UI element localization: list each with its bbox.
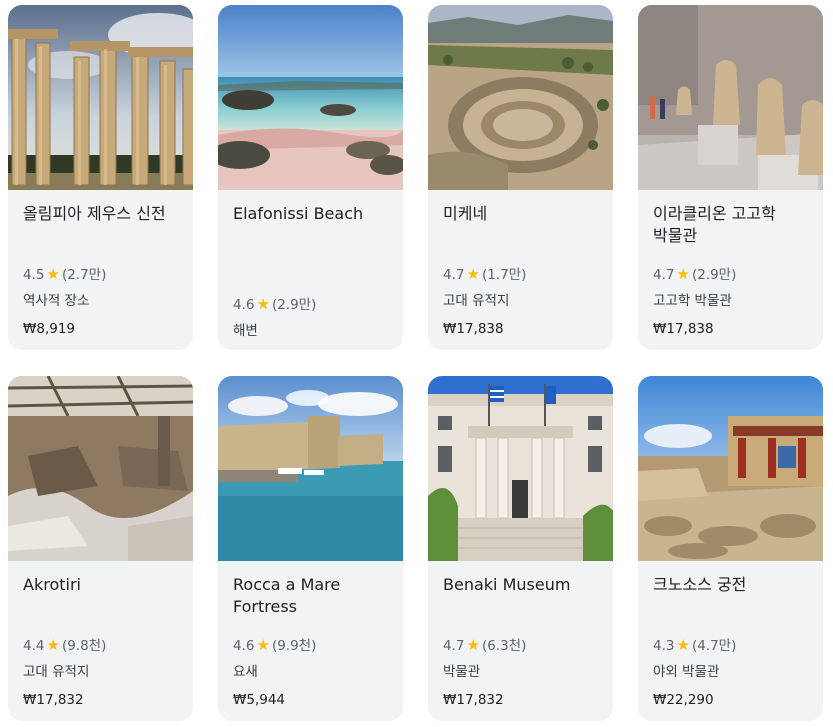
place-photo [8,5,193,190]
place-card-akrotiri[interactable]: Akrotiri 4.4 ★ (9.8천) 고대 유적지 ₩17,832 [8,376,193,721]
place-name: Akrotiri [23,575,81,594]
place-name: 올림피아 제우스 신전 [23,204,166,223]
place-name: Benaki Museum [443,575,571,594]
place-photo [8,376,193,561]
place-card-temple-of-zeus[interactable]: 올림피아 제우스 신전 4.5 ★ (2.7만) 역사적 장소 ₩8,919 [8,5,193,350]
place-rating: 4.7 ★ (1.7만) [443,263,526,283]
star-icon: ★ [256,295,270,313]
place-category: 야외 박물관 [653,664,720,680]
place-photo [638,376,823,561]
place-name: Elafonissi Beach [233,204,364,223]
place-card-mycenae[interactable]: 미케네 4.7 ★ (1.7만) 고대 유적지 ₩17,838 [428,5,613,350]
star-icon: ★ [46,636,60,654]
place-category: 박물관 [443,664,481,680]
place-card-knossos[interactable]: 크노소스 궁전 4.3 ★ (4.7만) 야외 박물관 ₩22,290 [638,376,823,721]
place-rating: 4.6 ★ (9.9천) [233,634,316,654]
place-rating: 4.5 ★ (2.7만) [23,263,106,283]
rating-value: 4.6 [233,638,255,654]
place-photo [218,5,403,190]
place-photo [428,5,613,190]
rating-value: 4.7 [443,638,465,654]
rating-value: 4.7 [443,267,465,283]
place-price: ₩17,832 [23,692,84,708]
rating-value: 4.7 [653,267,675,283]
place-category: 고대 유적지 [23,664,90,680]
review-count: (2.9만) [271,297,317,313]
review-count: (4.7만) [691,638,737,654]
review-count: (1.7만) [481,267,527,283]
place-card-benaki-museum[interactable]: Benaki Museum 4.7 ★ (6.3천) 박물관 ₩17,832 [428,376,613,721]
star-icon: ★ [256,636,270,654]
place-category: 해변 [233,323,258,339]
place-price: ₩22,290 [653,692,714,708]
place-category: 요새 [233,664,258,680]
place-name: 이라클리온 고고학 박물관 [653,204,776,245]
place-name: Rocca a Mare Fortress [233,575,341,616]
place-rating: 4.6 ★ (2.9만) [233,293,316,313]
place-price: ₩5,944 [233,692,285,708]
place-category: 고대 유적지 [443,293,510,309]
place-rating: 4.4 ★ (9.8천) [23,634,106,654]
place-rating: 4.7 ★ (6.3천) [443,634,526,654]
place-photo [638,5,823,190]
place-category: 역사적 장소 [23,293,90,309]
star-icon: ★ [466,636,480,654]
place-card-elafonissi-beach[interactable]: Elafonissi Beach 4.6 ★ (2.9만) 해변 [218,5,403,350]
star-icon: ★ [676,636,690,654]
review-count: (2.7만) [61,267,107,283]
place-photo [218,376,403,561]
star-icon: ★ [466,265,480,283]
rating-value: 4.6 [233,297,255,313]
rating-value: 4.4 [23,638,45,654]
place-price: ₩8,919 [23,321,75,337]
place-price: ₩17,838 [443,321,504,337]
place-price: ₩17,832 [443,692,504,708]
review-count: (2.9만) [691,267,737,283]
star-icon: ★ [46,265,60,283]
place-card-heraklion-museum[interactable]: 이라클리온 고고학 박물관 4.7 ★ (2.9만) 고고학 박물관 ₩17,838 [638,5,823,350]
place-category: 고고학 박물관 [653,293,732,309]
place-price: ₩17,838 [653,321,714,337]
place-name: 크노소스 궁전 [653,575,747,594]
rating-value: 4.3 [653,638,675,654]
review-count: (6.3천) [481,638,527,654]
review-count: (9.8천) [61,638,107,654]
place-name: 미케네 [443,204,488,223]
review-count: (9.9천) [271,638,317,654]
place-rating: 4.7 ★ (2.9만) [653,263,736,283]
place-card-rocca-a-mare[interactable]: Rocca a Mare Fortress 4.6 ★ (9.9천) 요새 ₩5,9… [218,376,403,721]
star-icon: ★ [676,265,690,283]
place-photo [428,376,613,561]
place-rating: 4.3 ★ (4.7만) [653,634,736,654]
rating-value: 4.5 [23,267,45,283]
